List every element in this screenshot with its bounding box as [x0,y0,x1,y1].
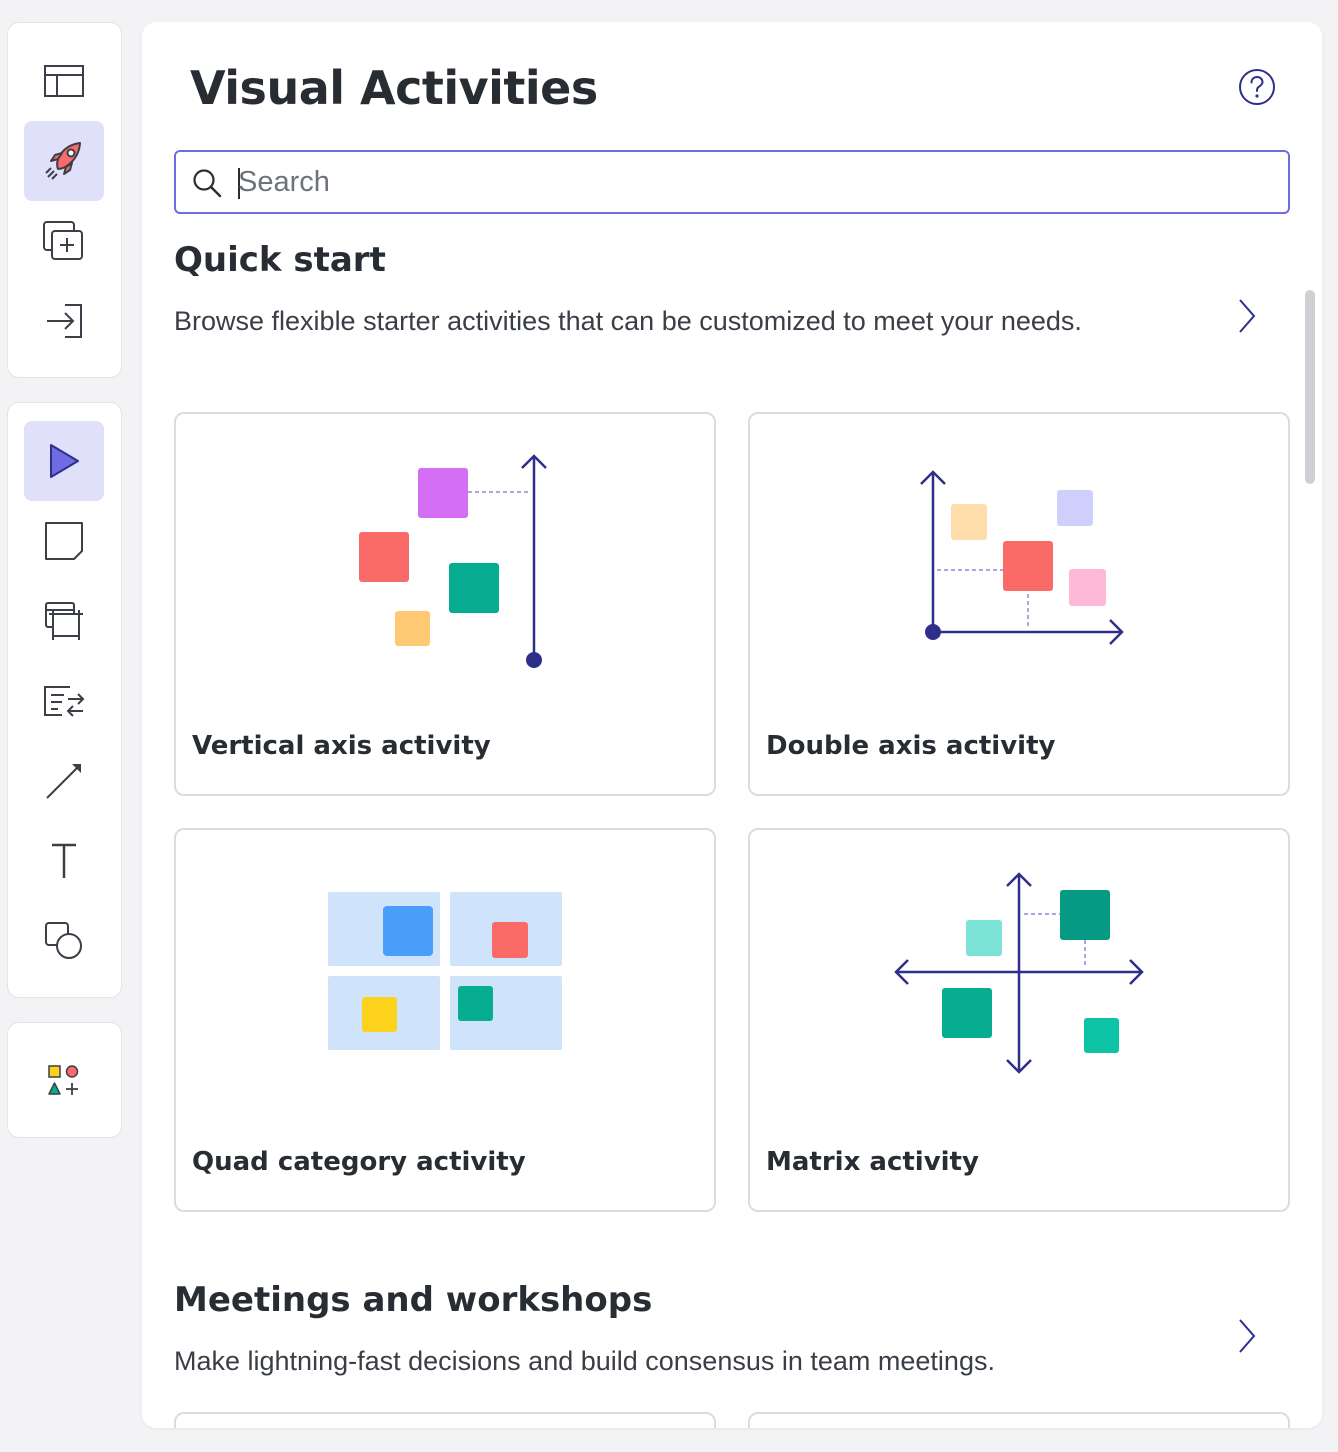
card-partial[interactable] [748,1412,1290,1428]
panel-scrollbar[interactable] [1302,282,1316,484]
line-icon [46,764,81,799]
search-input[interactable] [236,160,1276,204]
select-tool-button[interactable] [24,421,104,501]
section-title-meetings: Meetings and workshops [174,1280,653,1320]
section-description-meetings: Make lightning-fast decisions and build … [174,1346,995,1376]
section-description-quick-start: Browse flexible starter activities that … [174,306,1082,336]
scrollbar-thumb[interactable] [1305,290,1315,484]
template-icon [44,65,84,97]
sticky-note-icon [45,522,83,560]
import-icon [47,304,82,338]
double-axis-illustration [920,470,1124,645]
card-label: Matrix activity [766,1147,979,1177]
toolbar-group-library [7,1022,122,1138]
import-button[interactable] [24,281,104,361]
card-label: Vertical axis activity [192,731,491,761]
card-double-axis-activity[interactable]: Double axis activity [748,412,1290,796]
line-tool-button[interactable] [24,741,104,821]
sticky-note-button[interactable] [24,501,104,581]
add-frame-icon [43,221,83,260]
shape-library-icon [48,1065,79,1095]
card-partial[interactable] [174,1412,716,1428]
table-swap-icon [44,686,85,717]
toolbar-group-top [7,22,122,378]
shapes-icon [45,922,82,959]
text-icon [52,843,76,878]
add-frame-button[interactable] [24,201,104,281]
card-matrix-activity[interactable]: Matrix activity [748,828,1290,1212]
help-button[interactable] [1238,68,1276,106]
search-box [174,150,1290,214]
panel-title: Visual Activities [190,61,598,115]
visual-activities-button[interactable] [24,121,104,201]
toolbar-group-tools [7,402,122,998]
card-vertical-axis-activity[interactable]: Vertical axis activity [174,412,716,796]
section-title-quick-start: Quick start [174,240,386,280]
visual-activities-panel: Visual Activities Quick start Browse fle… [142,22,1322,1428]
matrix-illustration [894,872,1144,1074]
vertical-axis-illustration [359,454,547,668]
frame-tool-button[interactable] [24,581,104,661]
select-arrow-icon [50,444,79,478]
card-label: Quad category activity [192,1147,526,1177]
text-tool-button[interactable] [24,821,104,901]
search-icon [193,169,222,198]
chevron-right-icon [1239,1319,1256,1353]
templates-button[interactable] [24,41,104,121]
quick-start-see-all-button[interactable] [1234,296,1258,336]
shapes-tool-button[interactable] [24,901,104,981]
quad-category-illustration [328,892,562,1050]
card-label: Double axis activity [766,731,1056,761]
rocket-icon [45,142,81,180]
help-circle-icon [1239,69,1275,105]
meetings-see-all-button[interactable] [1234,1316,1258,1356]
table-tool-button[interactable] [24,661,104,741]
chevron-right-icon [1239,299,1256,333]
shape-library-button[interactable] [24,1041,104,1121]
frame-icon [45,602,83,640]
card-quad-category-activity[interactable]: Quad category activity [174,828,716,1212]
